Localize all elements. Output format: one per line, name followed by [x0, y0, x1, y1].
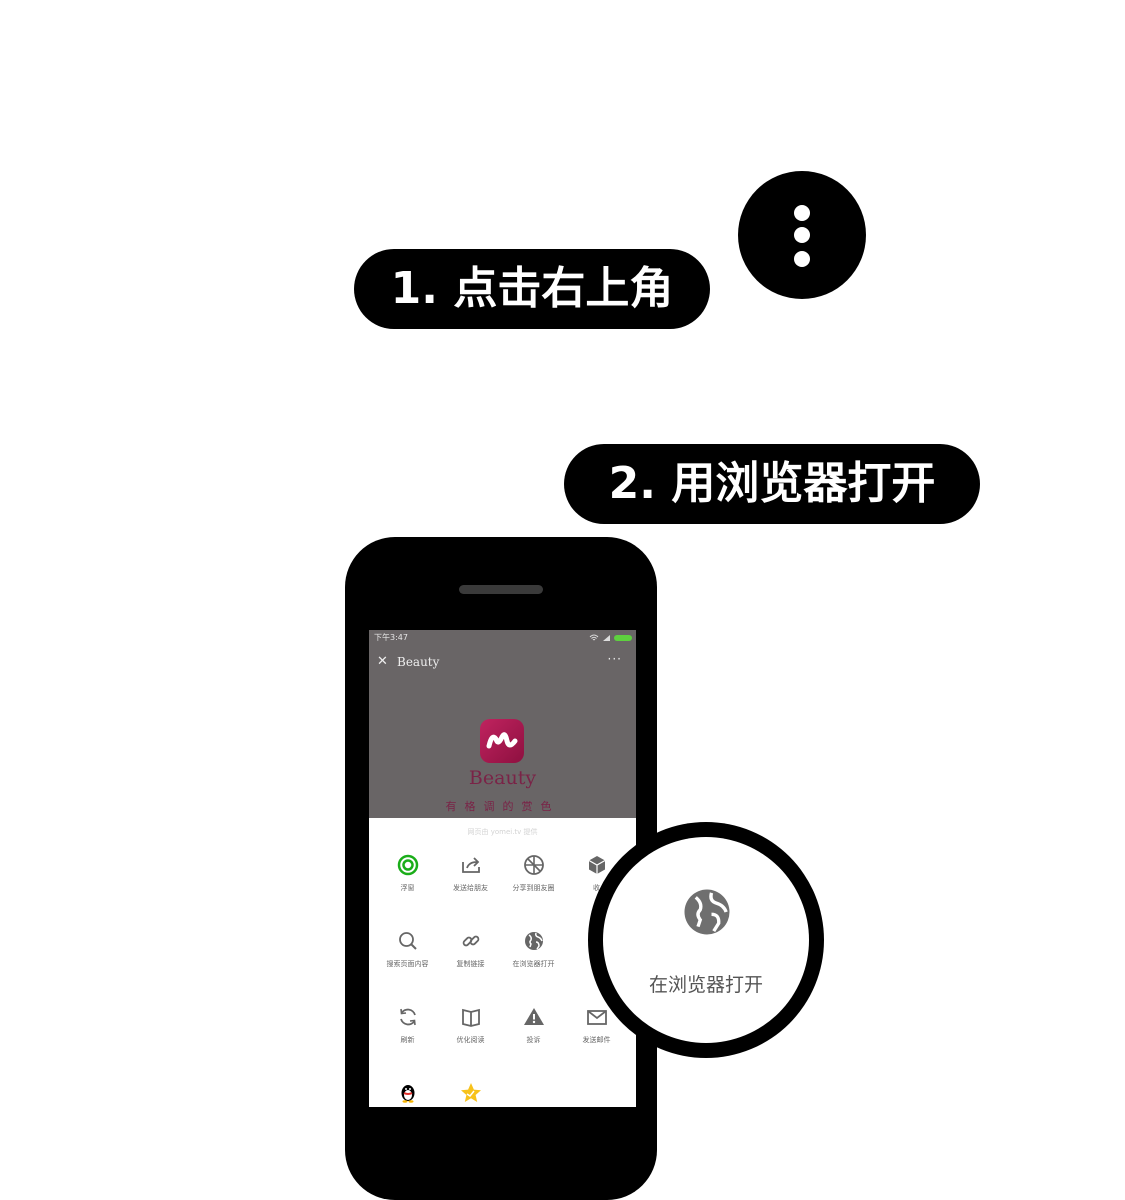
qq-penguin-icon — [401, 1085, 414, 1103]
globe-icon — [684, 889, 730, 935]
floating-window-icon — [397, 854, 418, 876]
page-title: Beauty — [397, 655, 440, 669]
provider-text: 网页由 yomei.tv 提供 — [467, 828, 538, 836]
status-time: 下午3:47 — [374, 633, 408, 642]
mail-icon — [586, 1010, 607, 1025]
menu-item-label: 投诉 — [526, 1036, 541, 1044]
share-arrow-icon — [461, 857, 480, 873]
step2-instruction: 2. 用浏览器打开 — [564, 444, 980, 524]
signal-icon — [603, 634, 610, 641]
wifi-icon — [589, 634, 599, 640]
close-icon: ✕ — [377, 654, 388, 669]
warning-icon — [523, 1008, 544, 1025]
phone-screen: 下午3:47 ✕ Beauty ··· Beauty 有格调的赏色 网页由 yo… — [369, 630, 636, 1107]
search-icon — [398, 932, 417, 950]
phone-illustration: 下午3:47 ✕ Beauty ··· Beauty 有格调的赏色 网页由 yo… — [345, 537, 657, 1200]
app-name: Beauty — [468, 767, 537, 789]
battery-icon — [614, 634, 632, 641]
menu-item-label: 优化阅读 — [456, 1036, 485, 1044]
phone-speaker — [459, 585, 543, 594]
menu-item-star[interactable] — [439, 1081, 502, 1107]
callout-label: 在浏览器打开 — [648, 974, 763, 996]
link-icon — [462, 935, 479, 947]
menu-item-label: 分享到朋友圈 — [512, 884, 555, 892]
refresh-icon — [399, 1008, 416, 1026]
more-dots-icon: ··· — [607, 652, 622, 666]
zoom-callout-inner: 在浏览器打开 — [603, 837, 809, 1043]
webpage-dimmed: 下午3:47 ✕ Beauty ··· Beauty 有格调的赏色 — [369, 630, 636, 818]
app-logo — [480, 719, 524, 763]
menu-item-share-moments[interactable]: 分享到朋友圈 — [502, 853, 565, 893]
more-menu-icon — [738, 171, 866, 299]
menu-item-open-browser[interactable]: 在浏览器打开 — [502, 929, 565, 969]
status-bar: 下午3:47 — [369, 630, 636, 645]
menu-item-label: 搜索页面内容 — [386, 960, 429, 968]
menu-item-reader-mode[interactable]: 优化阅读 — [439, 1005, 502, 1045]
favorite-cube-icon — [588, 856, 605, 874]
app-slogan: 有格调的赏色 — [445, 800, 560, 813]
moments-aperture-icon — [523, 855, 544, 875]
menu-item-label: 发送邮件 — [582, 1036, 611, 1044]
menu-item-copy-link[interactable]: 复制链接 — [439, 929, 502, 969]
webview-titlebar: ✕ Beauty ··· — [369, 652, 636, 674]
status-icons — [589, 630, 632, 645]
menu-item-label: 复制链接 — [456, 960, 485, 968]
step1-instruction: 1. 点击右上角 — [354, 249, 710, 329]
menu-item-send-friend[interactable]: 发送给朋友 — [439, 853, 502, 893]
menu-item-floating-window[interactable]: 浮窗 — [376, 853, 439, 893]
menu-item-report[interactable]: 投诉 — [502, 1005, 565, 1045]
star-icon — [460, 1083, 481, 1102]
zoom-callout: 在浏览器打开 — [588, 822, 824, 1058]
menu-item-search-page[interactable]: 搜索页面内容 — [376, 929, 439, 969]
menu-item-label: 发送给朋友 — [453, 884, 488, 892]
menu-item-qq[interactable] — [376, 1081, 439, 1107]
book-icon — [461, 1008, 480, 1027]
menu-item-label: 刷新 — [400, 1036, 415, 1044]
menu-item-refresh[interactable]: 刷新 — [376, 1005, 439, 1045]
menu-item-label: 浮窗 — [400, 884, 415, 892]
menu-item-label: 在浏览器打开 — [512, 960, 555, 968]
globe-icon — [524, 932, 543, 950]
